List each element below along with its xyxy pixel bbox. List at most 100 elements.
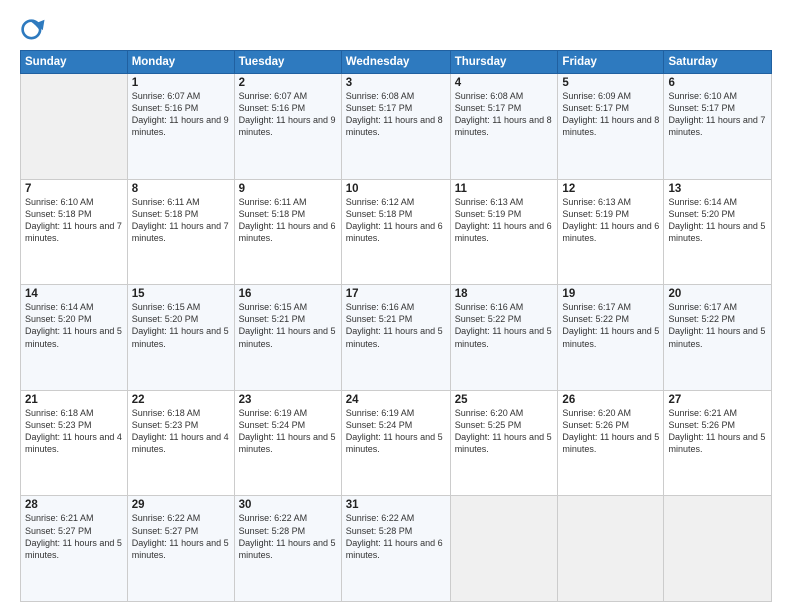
logo-icon: [20, 18, 48, 46]
day-info: Sunrise: 6:18 AMSunset: 5:23 PMDaylight:…: [132, 407, 230, 456]
calendar-cell: 8Sunrise: 6:11 AMSunset: 5:18 PMDaylight…: [127, 179, 234, 285]
calendar-cell: 16Sunrise: 6:15 AMSunset: 5:21 PMDayligh…: [234, 285, 341, 391]
calendar-cell: 2Sunrise: 6:07 AMSunset: 5:16 PMDaylight…: [234, 74, 341, 180]
calendar-cell: 28Sunrise: 6:21 AMSunset: 5:27 PMDayligh…: [21, 496, 128, 602]
day-info: Sunrise: 6:15 AMSunset: 5:21 PMDaylight:…: [239, 301, 337, 350]
day-info: Sunrise: 6:19 AMSunset: 5:24 PMDaylight:…: [239, 407, 337, 456]
calendar-cell: 19Sunrise: 6:17 AMSunset: 5:22 PMDayligh…: [558, 285, 664, 391]
calendar-cell: 9Sunrise: 6:11 AMSunset: 5:18 PMDaylight…: [234, 179, 341, 285]
calendar-cell: 22Sunrise: 6:18 AMSunset: 5:23 PMDayligh…: [127, 390, 234, 496]
calendar-cell: [450, 496, 558, 602]
day-number: 23: [239, 394, 337, 406]
day-number: 26: [562, 394, 659, 406]
day-info: Sunrise: 6:13 AMSunset: 5:19 PMDaylight:…: [562, 196, 659, 245]
day-info: Sunrise: 6:16 AMSunset: 5:22 PMDaylight:…: [455, 301, 554, 350]
day-info: Sunrise: 6:18 AMSunset: 5:23 PMDaylight:…: [25, 407, 123, 456]
day-info: Sunrise: 6:20 AMSunset: 5:26 PMDaylight:…: [562, 407, 659, 456]
calendar-cell: 15Sunrise: 6:15 AMSunset: 5:20 PMDayligh…: [127, 285, 234, 391]
day-info: Sunrise: 6:13 AMSunset: 5:19 PMDaylight:…: [455, 196, 554, 245]
day-info: Sunrise: 6:08 AMSunset: 5:17 PMDaylight:…: [455, 90, 554, 139]
calendar-cell: 26Sunrise: 6:20 AMSunset: 5:26 PMDayligh…: [558, 390, 664, 496]
day-number: 10: [346, 183, 446, 195]
day-info: Sunrise: 6:10 AMSunset: 5:17 PMDaylight:…: [668, 90, 767, 139]
day-number: 12: [562, 183, 659, 195]
day-number: 14: [25, 288, 123, 300]
day-number: 27: [668, 394, 767, 406]
day-info: Sunrise: 6:11 AMSunset: 5:18 PMDaylight:…: [239, 196, 337, 245]
day-info: Sunrise: 6:07 AMSunset: 5:16 PMDaylight:…: [132, 90, 230, 139]
calendar-cell: 10Sunrise: 6:12 AMSunset: 5:18 PMDayligh…: [341, 179, 450, 285]
calendar-cell: 4Sunrise: 6:08 AMSunset: 5:17 PMDaylight…: [450, 74, 558, 180]
day-number: 1: [132, 77, 230, 89]
day-number: 15: [132, 288, 230, 300]
calendar-cell: 1Sunrise: 6:07 AMSunset: 5:16 PMDaylight…: [127, 74, 234, 180]
day-number: 21: [25, 394, 123, 406]
day-number: 2: [239, 77, 337, 89]
day-info: Sunrise: 6:14 AMSunset: 5:20 PMDaylight:…: [25, 301, 123, 350]
day-number: 29: [132, 499, 230, 511]
day-number: 30: [239, 499, 337, 511]
day-info: Sunrise: 6:07 AMSunset: 5:16 PMDaylight:…: [239, 90, 337, 139]
header: [20, 18, 772, 46]
calendar-cell: 5Sunrise: 6:09 AMSunset: 5:17 PMDaylight…: [558, 74, 664, 180]
day-number: 6: [668, 77, 767, 89]
calendar-cell: 24Sunrise: 6:19 AMSunset: 5:24 PMDayligh…: [341, 390, 450, 496]
day-info: Sunrise: 6:22 AMSunset: 5:27 PMDaylight:…: [132, 512, 230, 561]
calendar-week-row: 14Sunrise: 6:14 AMSunset: 5:20 PMDayligh…: [21, 285, 772, 391]
calendar-cell: 27Sunrise: 6:21 AMSunset: 5:26 PMDayligh…: [664, 390, 772, 496]
day-header-wednesday: Wednesday: [341, 51, 450, 74]
day-info: Sunrise: 6:16 AMSunset: 5:21 PMDaylight:…: [346, 301, 446, 350]
calendar-cell: 25Sunrise: 6:20 AMSunset: 5:25 PMDayligh…: [450, 390, 558, 496]
logo: [20, 18, 51, 46]
day-number: 7: [25, 183, 123, 195]
day-header-monday: Monday: [127, 51, 234, 74]
calendar-table: SundayMondayTuesdayWednesdayThursdayFrid…: [20, 50, 772, 602]
day-number: 16: [239, 288, 337, 300]
day-info: Sunrise: 6:17 AMSunset: 5:22 PMDaylight:…: [668, 301, 767, 350]
calendar-cell: 11Sunrise: 6:13 AMSunset: 5:19 PMDayligh…: [450, 179, 558, 285]
day-header-friday: Friday: [558, 51, 664, 74]
day-info: Sunrise: 6:17 AMSunset: 5:22 PMDaylight:…: [562, 301, 659, 350]
day-number: 8: [132, 183, 230, 195]
calendar-header-row: SundayMondayTuesdayWednesdayThursdayFrid…: [21, 51, 772, 74]
day-info: Sunrise: 6:20 AMSunset: 5:25 PMDaylight:…: [455, 407, 554, 456]
calendar-page: SundayMondayTuesdayWednesdayThursdayFrid…: [0, 0, 792, 612]
day-info: Sunrise: 6:21 AMSunset: 5:27 PMDaylight:…: [25, 512, 123, 561]
calendar-cell: 13Sunrise: 6:14 AMSunset: 5:20 PMDayligh…: [664, 179, 772, 285]
calendar-cell: 3Sunrise: 6:08 AMSunset: 5:17 PMDaylight…: [341, 74, 450, 180]
day-info: Sunrise: 6:22 AMSunset: 5:28 PMDaylight:…: [239, 512, 337, 561]
day-number: 11: [455, 183, 554, 195]
calendar-cell: 17Sunrise: 6:16 AMSunset: 5:21 PMDayligh…: [341, 285, 450, 391]
day-info: Sunrise: 6:11 AMSunset: 5:18 PMDaylight:…: [132, 196, 230, 245]
day-info: Sunrise: 6:15 AMSunset: 5:20 PMDaylight:…: [132, 301, 230, 350]
calendar-cell: 23Sunrise: 6:19 AMSunset: 5:24 PMDayligh…: [234, 390, 341, 496]
day-number: 24: [346, 394, 446, 406]
calendar-week-row: 21Sunrise: 6:18 AMSunset: 5:23 PMDayligh…: [21, 390, 772, 496]
calendar-cell: 18Sunrise: 6:16 AMSunset: 5:22 PMDayligh…: [450, 285, 558, 391]
day-header-sunday: Sunday: [21, 51, 128, 74]
calendar-cell: [558, 496, 664, 602]
calendar-cell: 14Sunrise: 6:14 AMSunset: 5:20 PMDayligh…: [21, 285, 128, 391]
day-number: 9: [239, 183, 337, 195]
day-info: Sunrise: 6:22 AMSunset: 5:28 PMDaylight:…: [346, 512, 446, 561]
day-number: 17: [346, 288, 446, 300]
calendar-cell: 12Sunrise: 6:13 AMSunset: 5:19 PMDayligh…: [558, 179, 664, 285]
calendar-cell: [21, 74, 128, 180]
calendar-cell: 30Sunrise: 6:22 AMSunset: 5:28 PMDayligh…: [234, 496, 341, 602]
day-number: 25: [455, 394, 554, 406]
day-info: Sunrise: 6:19 AMSunset: 5:24 PMDaylight:…: [346, 407, 446, 456]
calendar-cell: [664, 496, 772, 602]
day-info: Sunrise: 6:14 AMSunset: 5:20 PMDaylight:…: [668, 196, 767, 245]
day-info: Sunrise: 6:09 AMSunset: 5:17 PMDaylight:…: [562, 90, 659, 139]
calendar-cell: 21Sunrise: 6:18 AMSunset: 5:23 PMDayligh…: [21, 390, 128, 496]
calendar-cell: 7Sunrise: 6:10 AMSunset: 5:18 PMDaylight…: [21, 179, 128, 285]
day-number: 18: [455, 288, 554, 300]
day-info: Sunrise: 6:08 AMSunset: 5:17 PMDaylight:…: [346, 90, 446, 139]
day-header-saturday: Saturday: [664, 51, 772, 74]
day-info: Sunrise: 6:21 AMSunset: 5:26 PMDaylight:…: [668, 407, 767, 456]
calendar-week-row: 7Sunrise: 6:10 AMSunset: 5:18 PMDaylight…: [21, 179, 772, 285]
day-info: Sunrise: 6:12 AMSunset: 5:18 PMDaylight:…: [346, 196, 446, 245]
day-number: 3: [346, 77, 446, 89]
day-number: 20: [668, 288, 767, 300]
calendar-cell: 6Sunrise: 6:10 AMSunset: 5:17 PMDaylight…: [664, 74, 772, 180]
